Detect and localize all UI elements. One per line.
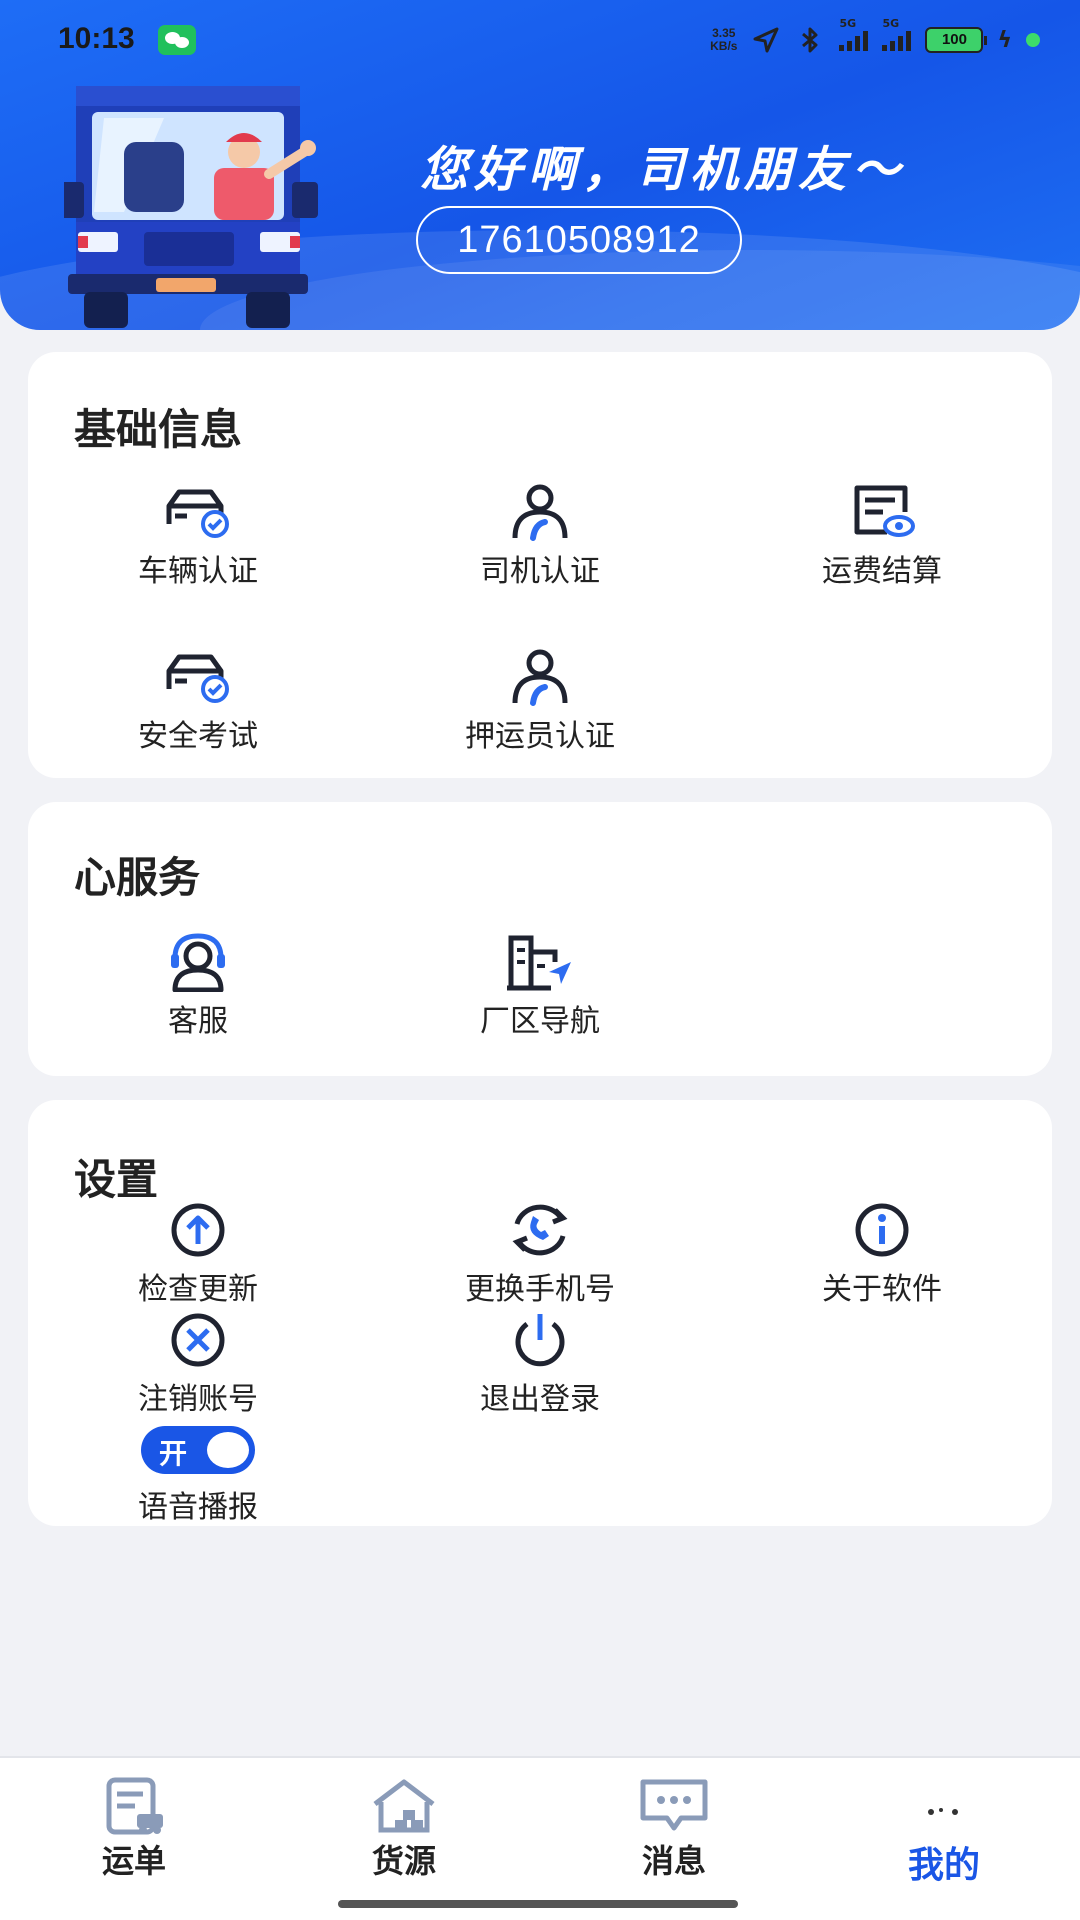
safety-exam-item[interactable]: 安全考试 [48, 647, 348, 755]
change-phone-label: 更换手机号 [465, 1272, 615, 1307]
safety-exam-label: 安全考试 [138, 719, 258, 754]
escort-verify-label: 押运员认证 [465, 719, 615, 754]
freight-settle-label: 运费结算 [822, 554, 942, 589]
factory-nav-icon [507, 935, 571, 991]
freight-settle-item[interactable]: 运费结算 [732, 482, 1032, 590]
check-update-item[interactable]: 检查更新 [48, 1200, 348, 1308]
freight-settle-icon [854, 485, 915, 537]
nav-message-label: 消息 [641, 1842, 706, 1880]
bottom-navigation: 运单 货源 消息 我的 [0, 1756, 1080, 1920]
toggle-knob [207, 1432, 249, 1468]
info-icon [855, 1203, 909, 1257]
driver-verify-label: 司机认证 [480, 554, 600, 589]
driver-verify-item[interactable]: 司机认证 [390, 482, 690, 590]
network-speed-unit: KB/s [710, 39, 738, 53]
battery-icon: 100 [925, 27, 988, 53]
settings-card: 设置 检查更新 更换手机号 关于软件 注销账号 退出登录 开 语音播报 [28, 1100, 1052, 1526]
status-time: 10:13 [58, 22, 135, 55]
car-verify-item[interactable]: 车辆认证 [48, 482, 348, 590]
waybill-icon [106, 1777, 163, 1835]
change-phone-icon [512, 1204, 568, 1256]
driver-verify-icon [512, 484, 568, 541]
car-verify-label: 车辆认证 [138, 554, 258, 589]
nav-cargo-source-label: 货源 [371, 1842, 436, 1880]
cancel-account-label: 注销账号 [138, 1382, 258, 1417]
nav-cargo-source[interactable]: 货源 [304, 1776, 504, 1882]
logout-label: 退出登录 [480, 1382, 600, 1417]
status-icons: 3.35 KB/s 5G 5G 100 ϟ [710, 17, 1040, 58]
logout-icon [515, 1314, 565, 1367]
service-title: 心服务 [74, 853, 201, 902]
escort-verify-item[interactable]: 押运员认证 [390, 647, 690, 755]
profile-icon [928, 1808, 958, 1815]
settings-title: 设置 [74, 1155, 159, 1204]
update-icon [171, 1203, 225, 1257]
customer-service-item[interactable]: 客服 [48, 932, 348, 1040]
message-icon [640, 1779, 708, 1831]
greeting-text: 您好啊，司机朋友～ [420, 142, 907, 198]
signal-sim1-icon: 5G [839, 17, 869, 51]
network-speed: 3.35 KB/s [710, 27, 737, 53]
voice-broadcast-label: 语音播报 [138, 1490, 258, 1525]
cancel-account-icon [171, 1313, 225, 1367]
basic-info-title: 基础信息 [74, 405, 243, 454]
customer-service-icon [171, 933, 225, 992]
status-bar: 10:13 3.35 KB/s 5G 5G 100 ϟ [0, 0, 1080, 80]
charging-icon: ϟ [997, 27, 1012, 53]
voice-broadcast-toggle[interactable]: 开 [141, 1426, 255, 1474]
nav-profile-label: 我的 [907, 1845, 980, 1886]
truck-illustration [64, 86, 318, 328]
cargo-source-icon [373, 1779, 435, 1833]
logout-item[interactable]: 退出登录 [390, 1310, 690, 1418]
change-phone-item[interactable]: 更换手机号 [390, 1200, 690, 1308]
nav-waybill[interactable]: 运单 [34, 1776, 234, 1882]
toggle-state-label: 开 [159, 1437, 188, 1470]
bluetooth-icon [802, 27, 818, 53]
nav-waybill-label: 运单 [101, 1842, 166, 1880]
cancel-account-item[interactable]: 注销账号 [48, 1310, 348, 1418]
home-indicator[interactable] [338, 1900, 738, 1908]
about-software-item[interactable]: 关于软件 [732, 1200, 1032, 1308]
privacy-dot-icon [1026, 33, 1040, 47]
nav-message[interactable]: 消息 [574, 1776, 774, 1882]
basic-info-card: 基础信息 车辆认证 司机认证 运费结算 安全考试 押运员认证 [28, 352, 1052, 778]
car-verify-icon [166, 489, 229, 538]
nav-profile[interactable]: 我的 [844, 1776, 1044, 1888]
service-card: 心服务 客服 厂区导航 [28, 802, 1052, 1076]
check-update-label: 检查更新 [138, 1272, 258, 1307]
voice-broadcast-item: 开 语音播报 [48, 1426, 348, 1526]
wechat-icon [158, 25, 196, 55]
factory-nav-item[interactable]: 厂区导航 [390, 932, 690, 1040]
sim2-label: 5G [882, 17, 900, 30]
escort-verify-icon [512, 649, 568, 706]
signal-sim2-icon: 5G [882, 17, 912, 51]
phone-number-badge: 17610508912 [416, 206, 742, 274]
factory-nav-label: 厂区导航 [480, 1004, 600, 1039]
sim1-label: 5G [839, 17, 857, 30]
customer-service-label: 客服 [168, 1004, 228, 1039]
location-arrow-icon [753, 27, 779, 53]
safety-exam-icon [166, 654, 229, 703]
profile-header: 10:13 3.35 KB/s 5G 5G 100 ϟ 您好啊，司机朋友～ 17… [0, 0, 1080, 330]
about-software-label: 关于软件 [822, 1272, 942, 1307]
